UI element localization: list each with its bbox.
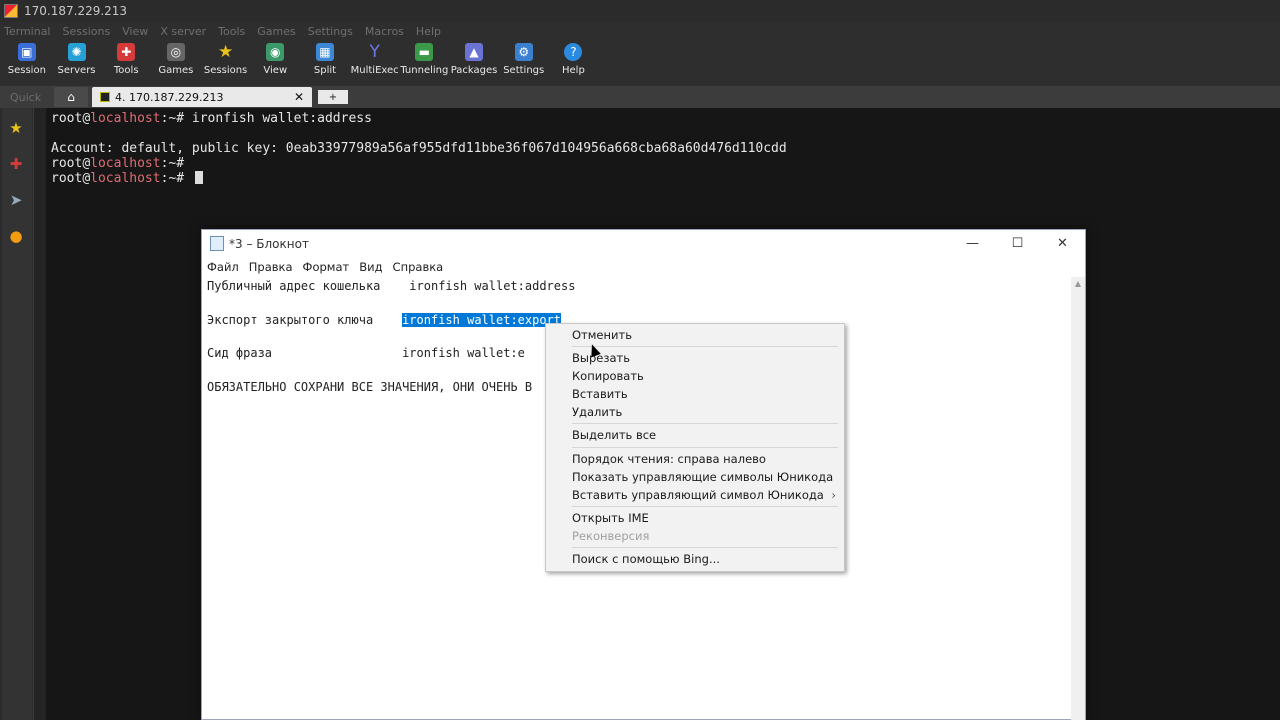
text-line: Публичный адрес кошелька ironfish wallet…	[207, 279, 576, 293]
menu-x-server[interactable]: X server	[160, 25, 206, 38]
packages-button[interactable]: ▲ Packages	[449, 40, 499, 86]
quick-connect-label[interactable]: Quick	[0, 91, 54, 104]
tunneling-button[interactable]: ▬ Tunneling	[400, 40, 450, 86]
window-controls: — ☐ ✕	[950, 230, 1085, 257]
moba-titlebar: 170.187.229.213	[0, 0, 1280, 22]
menu-item-show-unicode[interactable]: Показать управляющие символы Юникода	[546, 468, 844, 486]
session-button[interactable]: ▣ Session	[2, 40, 52, 86]
settings-icon: ⚙	[514, 43, 533, 61]
scroll-up-icon[interactable]: ▲	[1071, 277, 1085, 291]
servers-button[interactable]: ✺ Servers	[52, 40, 102, 86]
menu-view[interactable]: View	[122, 25, 148, 38]
menu-separator	[572, 446, 838, 448]
close-button[interactable]: ✕	[1040, 230, 1085, 257]
terminal-cursor	[194, 171, 203, 184]
menu-separator	[572, 505, 838, 507]
chevron-right-icon: ›	[831, 487, 836, 502]
multiexec-button[interactable]: Y MultiExec	[350, 40, 400, 86]
help-button[interactable]: ? Help	[549, 40, 599, 86]
sidebar-macros-icon[interactable]: ●	[6, 226, 26, 246]
menu-item-select-all[interactable]: Выделить все	[546, 426, 844, 444]
menu-item-paste[interactable]: Вставить	[546, 385, 844, 403]
sidebar-splitter[interactable]	[34, 108, 46, 720]
menu-item-copy[interactable]: Копировать	[546, 367, 844, 385]
menu-separator	[572, 346, 838, 348]
games-icon: ◎	[166, 43, 185, 61]
menu-item-delete[interactable]: Удалить	[546, 403, 844, 421]
menu-file[interactable]: Файл	[207, 260, 239, 274]
menu-item-undo[interactable]: Отменить	[546, 326, 844, 344]
session-icon: ▣	[17, 43, 36, 61]
multiexec-icon: Y	[369, 42, 380, 62]
games-button[interactable]: ◎ Games	[151, 40, 201, 86]
sidebar-sftp-icon[interactable]: ➤	[6, 190, 26, 210]
tools-icon: ✚	[117, 43, 136, 61]
terminal-line: root@localhost:~#	[51, 171, 1280, 186]
tunneling-icon: ▬	[415, 43, 434, 61]
view-icon: ◉	[266, 43, 285, 61]
text-line-blank	[207, 295, 1069, 312]
menu-terminal[interactable]: Terminal	[4, 25, 51, 38]
close-icon[interactable]: ✕	[294, 90, 304, 104]
menu-settings[interactable]: Settings	[308, 25, 353, 38]
home-icon: ⌂	[67, 90, 75, 104]
help-icon: ?	[564, 43, 583, 61]
session-tab-label: 4. 170.187.229.213	[115, 90, 224, 104]
notepad-menubar: Файл Правка Формат Вид Справка	[202, 257, 1085, 277]
notepad-titlebar[interactable]: *3 – Блокнот — ☐ ✕	[202, 230, 1085, 257]
ssh-session-icon	[100, 92, 110, 102]
sidebar-sessions-star-icon[interactable]: ★	[6, 118, 26, 138]
menu-help[interactable]: Справка	[393, 260, 444, 274]
sidebar-tools-icon[interactable]: ✚	[6, 154, 26, 174]
star-icon: ★	[217, 42, 234, 62]
split-button[interactable]: ▦ Split	[300, 40, 350, 86]
mobaxterm-app-icon	[4, 4, 18, 18]
terminal-line: root@localhost:~# ironfish wallet:addres…	[51, 111, 372, 126]
menu-item-reconversion: Реконверсия	[572, 528, 650, 543]
minimize-icon: —	[966, 236, 979, 251]
selected-text[interactable]: ironfish wallet:export	[402, 312, 562, 327]
servers-icon: ✺	[67, 43, 86, 61]
moba-sidebar: ★ ✚ ➤ ●	[0, 108, 34, 720]
tools-button[interactable]: ✚ Tools	[101, 40, 151, 86]
menu-item-rtl-reading[interactable]: Порядок чтения: справа налево	[546, 450, 844, 468]
context-menu: Отменить Вырезать Копировать Вставить Уд…	[545, 323, 845, 572]
menu-edit[interactable]: Правка	[249, 260, 293, 274]
menu-item-open-ime[interactable]: Открыть IME	[546, 509, 844, 527]
moba-menubar: Terminal Sessions View X server Tools Ga…	[0, 22, 1280, 40]
view-button[interactable]: ◉ View	[250, 40, 300, 86]
menu-separator	[572, 547, 838, 549]
menu-format[interactable]: Формат	[303, 260, 350, 274]
close-icon: ✕	[1057, 236, 1068, 251]
menu-games[interactable]: Games	[257, 25, 295, 38]
menu-separator	[572, 423, 838, 425]
menu-item-insert-unicode[interactable]: Вставить управляющий символ Юникода ›	[546, 486, 844, 504]
notepad-title: *3 – Блокнот	[229, 236, 309, 251]
terminal-line: Account: default, public key: 0eab339779…	[51, 141, 787, 156]
packages-icon: ▲	[465, 43, 484, 61]
split-icon: ▦	[315, 43, 334, 61]
moba-toolbar: ▣ Session ✺ Servers ✚ Tools ◎ Games ★ Session…	[0, 40, 1280, 86]
menu-view[interactable]: Вид	[359, 260, 382, 274]
home-tab[interactable]: ⌂	[54, 87, 88, 107]
moba-tab-bar: Quick ⌂ 4. 170.187.229.213 ✕ +	[0, 86, 1280, 108]
maximize-button[interactable]: ☐	[995, 230, 1040, 257]
settings-button[interactable]: ⚙ Settings	[499, 40, 549, 86]
maximize-icon: ☐	[1011, 236, 1024, 251]
menu-tools[interactable]: Tools	[218, 25, 245, 38]
sessions-button[interactable]: ★ Sessions	[201, 40, 251, 86]
new-tab-button[interactable]: +	[318, 90, 348, 104]
menu-item-bing-search[interactable]: Поиск с помощью Bing...	[546, 550, 844, 568]
moba-window-title: 170.187.229.213	[24, 4, 128, 18]
menu-macros[interactable]: Macros	[365, 25, 404, 38]
terminal-line: root@localhost:~#	[51, 156, 192, 171]
vertical-scrollbar[interactable]: ▲	[1071, 277, 1085, 720]
session-tab[interactable]: 4. 170.187.229.213 ✕	[92, 87, 312, 107]
menu-help[interactable]: Help	[416, 25, 441, 38]
minimize-button[interactable]: —	[950, 230, 995, 257]
menu-sessions[interactable]: Sessions	[63, 25, 111, 38]
notepad-icon	[210, 236, 224, 251]
